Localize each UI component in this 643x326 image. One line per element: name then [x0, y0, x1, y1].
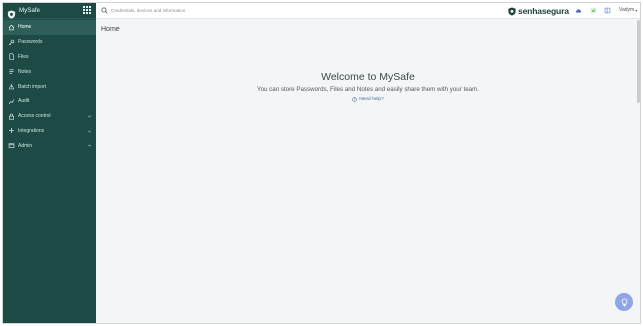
app-window: MySafe Home Passwords Files Notes Batch …: [2, 2, 641, 324]
sidebar-item-access-control[interactable]: Access control: [3, 109, 96, 124]
shield-logo-icon: [508, 7, 516, 15]
sidebar: MySafe Home Passwords Files Notes Batch …: [3, 3, 96, 323]
sidebar-item-home[interactable]: Home: [3, 20, 96, 35]
sidebar-item-label: Passwords: [18, 39, 43, 46]
sidebar-header: MySafe: [3, 3, 96, 19]
search-icon: [101, 7, 108, 14]
sidebar-item-label: Access control: [18, 113, 51, 120]
panel-toggle-icon[interactable]: [604, 7, 611, 14]
chevron-down-icon: [87, 115, 92, 118]
lightbulb-icon: [621, 297, 627, 307]
notes-icon: [8, 68, 15, 75]
brand-name: senhasegura: [518, 6, 569, 16]
chevron-down-icon: ▾: [635, 7, 638, 13]
welcome-subtitle: You can store Passwords, Files and Notes…: [257, 86, 479, 93]
idea-button[interactable]: [615, 293, 633, 311]
sidebar-item-admin[interactable]: Admin: [3, 138, 96, 153]
app-name: MySafe: [19, 7, 40, 14]
scrollbar[interactable]: [637, 20, 640, 103]
sidebar-item-integrations[interactable]: Integrations: [3, 124, 96, 139]
import-icon: [8, 83, 15, 90]
sidebar-nav: Home Passwords Files Notes Batch import …: [3, 19, 96, 153]
sidebar-item-label: Batch import: [18, 83, 47, 90]
lock-icon: [8, 113, 15, 120]
welcome-heading: Welcome to MySafe: [321, 71, 415, 83]
apps-grid-icon[interactable]: [83, 6, 92, 15]
user-menu[interactable]: Vadym ▾: [619, 7, 637, 13]
chevron-down-icon: [87, 130, 92, 133]
cloud-icon[interactable]: [575, 7, 582, 14]
sidebar-item-batch-import[interactable]: Batch import: [3, 79, 96, 94]
audit-icon: [8, 98, 15, 105]
admin-icon: [8, 142, 15, 149]
sidebar-item-audit[interactable]: Audit: [3, 94, 96, 109]
sidebar-item-files[interactable]: Files: [3, 50, 96, 65]
sidebar-item-label: Files: [18, 53, 29, 60]
senhasegura-logo: senhasegura: [508, 6, 569, 16]
shield-logo-icon: [7, 6, 16, 19]
file-icon: [8, 53, 15, 61]
top-bar: senhasegura Vadym ▾: [96, 3, 640, 19]
sidebar-item-label: Notes: [18, 68, 32, 75]
help-link[interactable]: Need help?: [96, 97, 640, 102]
extension-icon[interactable]: [590, 7, 597, 14]
chevron-down-icon: [87, 144, 92, 148]
page-title: Home: [101, 26, 120, 33]
user-name: Vadym: [619, 7, 635, 13]
plus-icon: [8, 127, 15, 134]
help-link-label: Need help?: [359, 97, 384, 102]
home-icon: [8, 24, 15, 31]
search-input[interactable]: [111, 8, 311, 13]
main-content: Home Welcome to MySafe You can store Pas…: [96, 20, 640, 323]
sidebar-item-label: Admin: [18, 142, 33, 149]
sidebar-item-label: Home: [18, 24, 32, 31]
sidebar-item-passwords[interactable]: Passwords: [3, 35, 96, 50]
sidebar-item-label: Audit: [18, 98, 30, 105]
help-icon: [352, 97, 357, 102]
sidebar-item-label: Integrations: [18, 127, 45, 134]
sidebar-item-notes[interactable]: Notes: [3, 64, 96, 79]
key-icon: [8, 39, 15, 46]
